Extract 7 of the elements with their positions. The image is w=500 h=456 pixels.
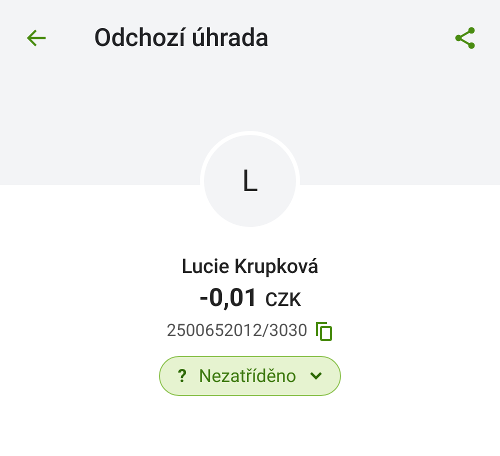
account-number: 2500652012/3030 — [166, 321, 308, 341]
currency: CZK — [265, 288, 301, 311]
category-dropdown[interactable]: ? Nezatříděno — [158, 356, 342, 396]
copy-icon[interactable] — [315, 321, 334, 341]
recipient-name: Lucie Krupková — [181, 254, 319, 278]
amount: -0,01 — [199, 284, 258, 313]
page-title: Odchozí úhrada — [94, 24, 270, 52]
